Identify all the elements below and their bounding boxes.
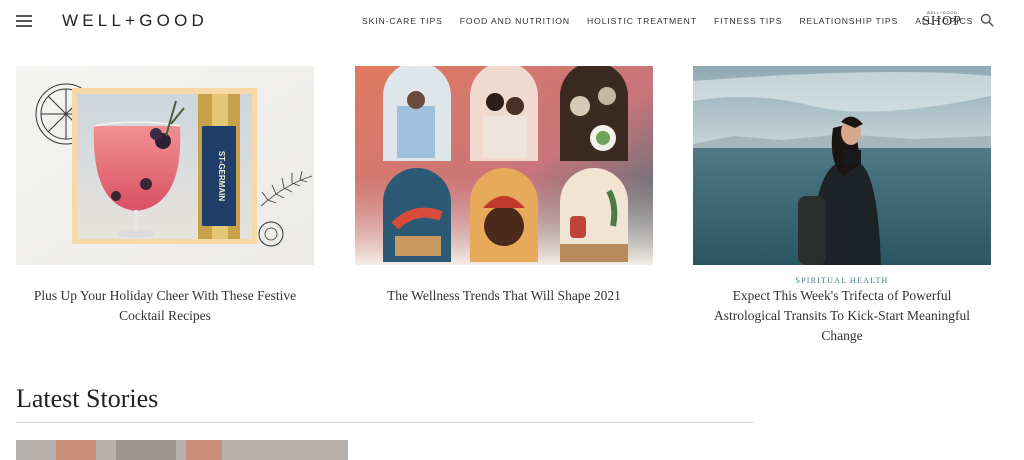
wellness-collage-image[interactable] [355,66,653,265]
article-card-wellness-trends[interactable]: The Wellness Trends That Will Shape 2021 [355,66,653,306]
main-nav: SKIN-CARE TIPS FOOD AND NUTRITION HOLIST… [362,16,990,26]
search-icon[interactable] [980,13,994,27]
shop-logo-word: SHOP [922,14,962,29]
site-logo[interactable]: WELL+GOOD [62,11,208,31]
card-category[interactable]: SPIRITUAL HEALTH [693,276,991,286]
latest-stories-heading: Latest Stories [16,384,159,413]
nav-holistic-treatment[interactable]: HOLISTIC TREATMENT [587,16,697,26]
woman-by-sea-image[interactable] [693,66,991,265]
nav-skin-care[interactable]: SKIN-CARE TIPS [362,16,443,26]
bottle-label: ST-GERMAIN [217,151,226,201]
card-title[interactable]: Expect This Week's Trifecta of Powerful … [693,286,991,346]
hamburger-icon[interactable] [16,15,32,27]
section-divider [16,422,754,423]
latest-story-thumbnail[interactable] [16,440,348,460]
card-category [355,276,653,286]
cocktail-image[interactable]: ST-GERMAIN [16,66,314,265]
site-header: WELL+GOOD SKIN-CARE TIPS FOOD AND NUTRIT… [0,0,1024,42]
card-category [16,276,314,286]
card-title[interactable]: The Wellness Trends That Will Shape 2021 [355,286,653,306]
nav-fitness[interactable]: FITNESS TIPS [714,16,782,26]
shop-logo-link[interactable]: WELL+GOOD SHOP [921,10,963,32]
nav-relationship[interactable]: RELATIONSHIP TIPS [799,16,898,26]
nav-food-nutrition[interactable]: FOOD AND NUTRITION [460,16,570,26]
article-card-astrology[interactable]: SPIRITUAL HEALTH Expect This Week's Trif… [693,66,991,346]
card-title[interactable]: Plus Up Your Holiday Cheer With These Fe… [16,286,314,326]
article-card-cocktail[interactable]: ST-GERMAIN Plus Up Your Holiday Cheer Wi… [16,66,314,326]
